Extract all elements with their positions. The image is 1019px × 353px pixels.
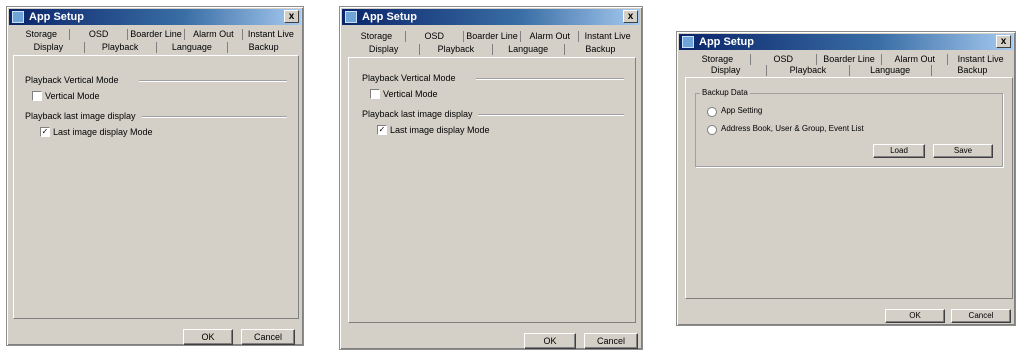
title-bar[interactable]: App Setup x bbox=[679, 34, 1013, 50]
tab-backup[interactable]: Backup bbox=[565, 44, 636, 55]
tab-storage[interactable]: Storage bbox=[685, 54, 751, 65]
address-book-label: Address Book, User & Group, Event List bbox=[721, 124, 864, 133]
last-image-checkbox[interactable]: ✓ bbox=[377, 125, 387, 135]
load-button[interactable]: Load bbox=[873, 144, 925, 158]
tab-storage[interactable]: Storage bbox=[348, 31, 406, 42]
tab-playback[interactable]: Playback bbox=[767, 65, 850, 76]
tab-instant-live[interactable]: Instant Live bbox=[243, 29, 299, 40]
app-setup-dialog-2: App Setup x Storage OSD Boarder Line Ala… bbox=[339, 6, 643, 350]
last-image-checkbox[interactable]: ✓ bbox=[40, 127, 50, 137]
tab-instant-live[interactable]: Instant Live bbox=[948, 54, 1013, 65]
ok-button[interactable]: OK bbox=[524, 333, 576, 349]
section-vertical-mode: Playback Vertical Mode bbox=[25, 75, 119, 85]
tab-alarm-out[interactable]: Alarm Out bbox=[521, 31, 580, 42]
cancel-button[interactable]: Cancel bbox=[584, 333, 638, 349]
tab-playback[interactable]: Playback bbox=[420, 44, 493, 55]
tab-alarm-out[interactable]: Alarm Out bbox=[882, 54, 949, 65]
tab-instant-live[interactable]: Instant Live bbox=[579, 31, 636, 42]
cancel-button[interactable]: Cancel bbox=[241, 329, 295, 345]
dialog-title: App Setup bbox=[362, 11, 417, 23]
tab-boarder-line[interactable]: Boarder Line bbox=[464, 31, 522, 42]
dialog-title: App Setup bbox=[29, 11, 84, 23]
app-icon bbox=[682, 36, 694, 48]
tab-storage[interactable]: Storage bbox=[13, 29, 71, 40]
close-button[interactable]: x bbox=[996, 35, 1011, 48]
separator bbox=[139, 80, 287, 82]
tab-language[interactable]: Language bbox=[157, 42, 229, 53]
section-vertical-mode: Playback Vertical Mode bbox=[362, 73, 456, 83]
separator bbox=[476, 78, 624, 80]
title-bar[interactable]: App Setup x bbox=[9, 9, 301, 25]
vertical-mode-checkbox[interactable] bbox=[370, 89, 380, 99]
tab-row-1: Storage OSD Boarder Line Alarm Out Insta… bbox=[13, 29, 299, 40]
tab-playback[interactable]: Playback bbox=[85, 42, 157, 53]
separator bbox=[478, 114, 624, 116]
app-setting-radio[interactable] bbox=[707, 107, 717, 117]
save-button[interactable]: Save bbox=[933, 144, 993, 158]
tab-display[interactable]: Display bbox=[685, 65, 768, 76]
dialog-title: App Setup bbox=[699, 36, 754, 48]
close-button[interactable]: x bbox=[623, 10, 638, 23]
vertical-mode-label: Vertical Mode bbox=[383, 89, 438, 99]
last-image-label: Last image display Mode bbox=[53, 127, 153, 137]
tab-display[interactable]: Display bbox=[13, 42, 85, 53]
app-setup-dialog-1: App Setup x Storage OSD Boarder Line Ala… bbox=[6, 6, 304, 346]
tab-backup[interactable]: Backup bbox=[932, 65, 1013, 76]
tab-boarder-line[interactable]: Boarder Line bbox=[817, 54, 883, 65]
tab-alarm-out[interactable]: Alarm Out bbox=[185, 29, 243, 40]
tab-language[interactable]: Language bbox=[850, 65, 932, 76]
last-image-label: Last image display Mode bbox=[390, 125, 490, 135]
tab-row-1: Storage OSD Boarder Line Alarm Out Insta… bbox=[348, 31, 636, 42]
backup-data-label: Backup Data bbox=[700, 88, 750, 97]
title-bar[interactable]: App Setup x bbox=[342, 9, 640, 25]
app-icon bbox=[12, 11, 24, 23]
tab-osd[interactable]: OSD bbox=[406, 31, 464, 42]
tab-osd[interactable]: OSD bbox=[70, 29, 128, 40]
section-last-image: Playback last image display bbox=[25, 111, 136, 121]
app-setup-dialog-3: App Setup x Storage OSD Boarder Line Ala… bbox=[676, 31, 1016, 326]
tab-boarder-line[interactable]: Boarder Line bbox=[128, 29, 186, 40]
tab-row-1: Storage OSD Boarder Line Alarm Out Insta… bbox=[685, 54, 1013, 65]
tab-backup[interactable]: Backup bbox=[228, 42, 299, 53]
tab-row-2: Display Playback Language Backup bbox=[13, 42, 299, 53]
close-button[interactable]: x bbox=[284, 10, 299, 23]
app-icon bbox=[345, 11, 357, 23]
tab-display[interactable]: Display bbox=[348, 44, 421, 55]
ok-button[interactable]: OK bbox=[183, 329, 233, 345]
app-setting-label: App Setting bbox=[721, 106, 763, 115]
tab-language[interactable]: Language bbox=[493, 44, 565, 55]
tab-row-2: Display Playback Language Backup bbox=[348, 44, 636, 55]
separator bbox=[142, 116, 287, 118]
section-last-image: Playback last image display bbox=[362, 109, 473, 119]
ok-button[interactable]: OK bbox=[885, 309, 945, 323]
vertical-mode-checkbox[interactable] bbox=[32, 91, 42, 101]
address-book-radio[interactable] bbox=[707, 125, 717, 135]
cancel-button[interactable]: Cancel bbox=[951, 309, 1011, 323]
tab-row-2: Display Playback Language Backup bbox=[685, 65, 1013, 76]
tab-osd[interactable]: OSD bbox=[751, 54, 817, 65]
vertical-mode-label: Vertical Mode bbox=[45, 91, 100, 101]
